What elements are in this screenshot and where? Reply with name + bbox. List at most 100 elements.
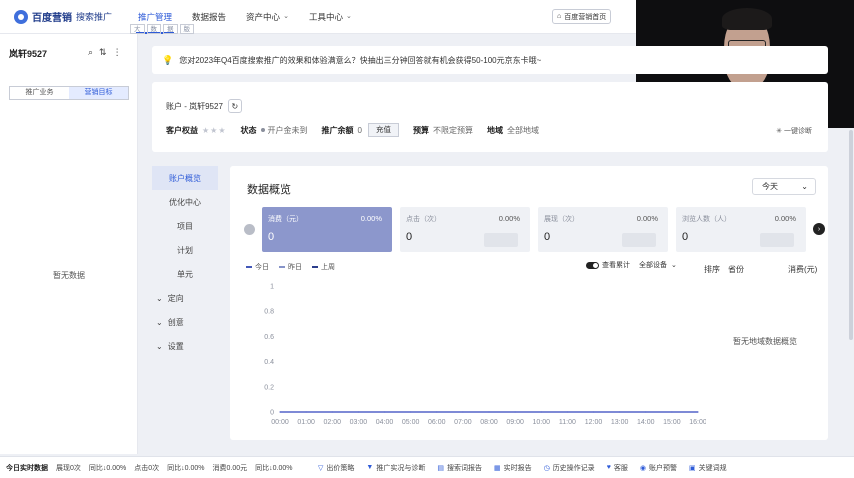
kpi-name: 消费（元） [268,216,303,223]
legend-label: 上周 [321,264,335,271]
nav-label: 资产中心 [246,11,281,22]
overview-title: 数据概览 [247,184,291,196]
data-overview-panel: 数据概览 今天 ⌄ 消费（元） 0.00% 0 点击（次） 0.00% 0 展现… [230,166,828,440]
realtime-icon: ▦ [493,464,501,472]
subnav-label: 定向 [167,293,184,303]
tool-label: 客服 [613,464,628,472]
x-tick-label: 07:00 [454,419,472,426]
tool-search-term-report[interactable]: ▤ 搜索词报告 [437,463,482,473]
tool-account-alert[interactable]: ◉ 账户预警 [640,463,677,473]
subnav-label: 优化中心 [169,197,201,207]
data-point [436,411,438,413]
account-name: 岚轩9527 [9,49,48,59]
kpi-percent: 0.00% [498,214,520,223]
stat-item: 展现0次 [56,464,81,472]
baidu-marketing-home-button[interactable]: ⌂ 百度营销首页 [552,9,612,24]
subnav-unit[interactable]: 单元 [152,262,218,286]
kpi-name: 浏览人数（人） [682,216,731,223]
more-icon[interactable]: ⋮ [113,47,122,58]
keyword-icon: ▣ [688,464,696,472]
kpi-value: 0 [682,231,689,243]
data-point [357,411,359,413]
header-badges: 大 数 据 版 [130,24,194,36]
subnav-settings[interactable]: ⌄ 设置 [152,334,218,358]
data-point [279,411,281,413]
subnav-label: 项目 [177,221,193,231]
legend-label: 昨日 [288,264,302,271]
date-range-select[interactable]: 今天 ⌄ [752,178,816,195]
badge: 数 [146,24,161,34]
x-tick-label: 05:00 [402,419,420,426]
chevron-down-icon: ⌄ [345,12,352,20]
region-value[interactable]: 全部地域 [507,125,539,136]
x-tick-label: 03:00 [350,419,368,426]
subnav-project[interactable]: 项目 [152,214,218,238]
kpi-impressions[interactable]: 展现（次） 0.00% 0 [538,207,668,252]
x-tick-label: 14:00 [637,419,655,426]
tool-customer-service[interactable]: ♥ 客服 [607,463,628,473]
stat-item: 消费0.00元 [212,464,248,472]
kpi-clicks[interactable]: 点击（次） 0.00% 0 [400,207,530,252]
subnav-plan[interactable]: 计划 [152,238,218,262]
tool-label: 实时报告 [503,464,532,472]
subnav-label: 设置 [167,341,184,351]
tool-bid-strategy[interactable]: ▽ 出价策略 [318,463,354,473]
data-point [410,411,412,413]
tool-history-log[interactable]: ◷ 历史操作记录 [544,463,595,473]
stat-item: 同比↓0.00% [255,464,293,472]
rights-label: 客户权益 [166,125,198,135]
rating-stars-icon: ★★★ [202,125,227,135]
sort-icon[interactable]: ⇅ [99,47,107,58]
product-name: 搜索推广 [76,12,113,22]
tool-live-diagnosis[interactable]: ▼ 推广实况与诊断 [366,463,425,473]
rank-header-sort[interactable]: 排序 [704,264,720,275]
rank-header-cost[interactable]: 消费(元) [788,264,817,275]
tab-promotion-business[interactable]: 推广业务 [10,87,69,99]
home-button-label: 百度营销首页 [564,13,607,21]
kpi-next-icon[interactable]: › [813,223,825,235]
account-line: 账户 - 岚轩9527 ↻ [166,99,242,113]
x-tick-label: 13:00 [611,419,629,426]
baidu-paw-icon [14,9,28,24]
cumulative-toggle-group: 查看累计 全部设备 ⌄ [586,260,677,270]
x-tick-label: 09:00 [506,419,524,426]
subnav-optimization-center[interactable]: 优化中心 [152,190,218,214]
subnav-creative[interactable]: ⌄ 创意 [152,310,218,334]
left-panel-tools: ⌕ ⇅ ⋮ [88,47,122,58]
survey-notice[interactable]: 💡 您对2023年Q4百度搜索推广的效果和体验满意么？快抽出三分钟回答就有机会获… [152,46,828,74]
logo[interactable]: 百度营销 搜索推广 [14,9,112,24]
kpi-cost[interactable]: 消费（元） 0.00% 0 [262,207,392,252]
balance-label: 推广余额 [321,125,354,135]
subnav-targeting[interactable]: ⌄ 定向 [152,286,218,310]
one-key-label: 一键诊断 [784,128,812,135]
x-tick-label: 11:00 [559,419,576,426]
nav-asset-center[interactable]: 资产中心 ⌄ [236,0,299,34]
budget-value[interactable]: 不限定预算 [433,125,473,136]
tool-label: 搜索词报告 [446,464,482,472]
tool-keyword-rules[interactable]: ▣ 关键词规 [689,463,727,473]
cumulative-toggle[interactable] [586,261,599,269]
flag-icon: ▼ [366,464,374,471]
history-icon: ◷ [543,464,550,472]
page-scrollbar[interactable] [849,130,853,340]
legend-yesterday[interactable]: 昨日 [279,262,302,272]
logo-text: 百度营销 [32,13,72,24]
search-icon[interactable]: ⌕ [88,47,93,58]
tool-realtime-report[interactable]: ▦ 实时报告 [494,463,532,473]
alert-icon: ◉ [639,464,646,472]
kpi-prev-icon[interactable] [244,224,255,235]
nav-tool-center[interactable]: 工具中心 ⌄ [299,0,362,34]
subnav-account-overview[interactable]: 账户概览 [152,166,218,190]
left-panel-tabs: 推广业务 营销目标 [9,86,129,100]
tab-marketing-goal[interactable]: 营销目标 [69,87,128,99]
device-select[interactable]: 全部设备 ⌄ [639,260,677,270]
report-icon: ▤ [437,464,444,472]
kpi-visitors[interactable]: 浏览人数（人） 0.00% 0 [676,207,806,252]
one-key-diagnose-button[interactable]: ✳ 一键诊断 [776,126,812,136]
refresh-icon[interactable]: ↻ [227,99,242,113]
legend-today[interactable]: 今日 [246,262,269,272]
subnav-label: 单元 [177,269,193,279]
bottom-tools: ▽ 出价策略 ▼ 推广实况与诊断 ▤ 搜索词报告 ▦ 实时报告 ◷ 历史操作记录 ♥ 客服 … [318,463,727,473]
legend-last-week[interactable]: 上周 [312,262,335,272]
recharge-button[interactable]: 充值 [367,123,399,137]
